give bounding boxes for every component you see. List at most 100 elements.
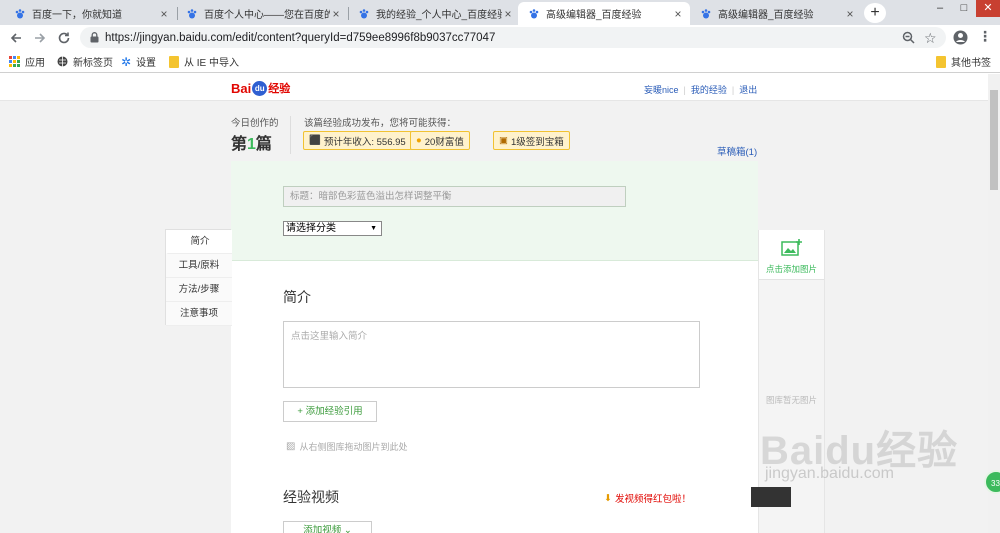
baidu-paw-icon [15,8,25,18]
bookmark-label: 新标签页 [73,58,113,69]
count-prefix: 第 [231,136,248,153]
add-picture-icon [781,239,802,256]
add-video-button[interactable]: 添加视频 ⌄ [283,521,372,533]
signin-badge: ▣ 1级签到宝箱 [493,131,570,150]
bookmark-newtab[interactable]: 新标签页 [57,53,113,70]
arrow-left-icon [10,33,21,43]
site-header [0,74,988,101]
user-name-link[interactable]: 妄暖nice [644,83,679,96]
count-number: 1 [247,136,256,153]
star-bookmark-icon[interactable]: ☆ [924,30,937,47]
gear-icon: ✲ [121,54,132,69]
image-icon: ▨ [286,441,296,452]
add-reference-button[interactable]: + 添加经验引用 [283,401,377,422]
zoom-icon[interactable] [902,31,915,47]
address-bar[interactable]: https://jingyan.baidu.com/edit/content?q… [80,27,946,48]
tab-personal-center[interactable]: 百度个人中心——您在百度的家 × [176,2,348,25]
add-image-button[interactable]: 点击添加图片 [759,230,824,280]
nav-item-intro[interactable]: 简介 [166,230,232,254]
forward-button[interactable] [28,25,52,50]
watermark-url: jingyan.baidu.com [765,465,894,482]
baidu-paw-icon [701,8,711,18]
video-thumbnail [751,487,791,507]
tab-strip: 百度一下，你就知道 × 百度个人中心——您在百度的家 × 我的经验_个人中心_百… [0,0,1000,25]
baidu-jingyan-logo[interactable]: Bai du 经验 [231,80,290,96]
arrow-right-icon [35,33,46,43]
intro-textarea[interactable]: 点击这里输入简介 [283,321,700,388]
bookmark-other[interactable]: 其他书签 [936,53,991,70]
folder-icon [936,55,946,68]
signin-text: 1级签到宝箱 [510,136,564,148]
divider [290,116,291,154]
wealth-badge: ● 20财富值 [410,131,470,150]
bookmark-apps[interactable]: 应用 [9,53,45,70]
intro-heading: 简介 [283,289,311,305]
new-tab-button[interactable]: + [864,3,886,23]
folder-icon [169,55,179,68]
category-value: 请选择分类 [286,223,336,234]
income-text: 预计年收入: 556.95 [323,136,406,148]
my-experience-link[interactable]: 我的经验 [691,83,727,96]
title-input[interactable]: 标题：暗部色彩蓝色溢出怎样调整平衡 [283,186,626,207]
bookmark-label: 其他书签 [951,58,991,69]
minimize-button[interactable]: – [928,0,952,17]
tab-editor-active[interactable]: 高级编辑器_百度经验 × [518,2,690,25]
baidu-paw-icon [529,8,539,18]
section-nav: 简介 工具/原料 方法/步骤 注意事项 [165,229,232,326]
logo-text-jingyan: 经验 [268,83,291,95]
logout-link[interactable]: 退出 [739,83,757,96]
maximize-button[interactable]: □ [952,0,976,17]
reload-icon [58,32,70,44]
logo-paw-du: du [252,80,268,96]
tab-title: 百度个人中心——您在百度的家 [204,10,330,21]
reward-hint: 该篇经验成功发布，您将可能获得： [304,118,457,129]
lock-icon [90,32,99,43]
bookmark-label: 从 IE 中导入 [184,58,240,69]
close-icon[interactable]: × [844,7,856,21]
tab-my-experience[interactable]: 我的经验_个人中心_百度经验 × [348,2,520,25]
bookmarks-bar: 应用 新标签页 ✲ 设置 从 IE 中导入 其他书签 [0,50,1000,73]
nav-item-tools[interactable]: 工具/原料 [166,254,232,278]
close-icon[interactable]: × [158,7,170,21]
nav-item-steps[interactable]: 方法/步骤 [166,278,232,302]
tab-baidu-home[interactable]: 百度一下，你就知道 × [4,2,176,25]
url-text: https://jingyan.baidu.com/edit/content?q… [105,31,496,44]
close-icon[interactable]: × [672,7,684,21]
logo-text-bai: Bai [231,80,252,96]
close-icon[interactable]: × [330,7,342,21]
divider: | [731,84,735,95]
scrollbar-thumb[interactable] [990,90,998,190]
red-envelope-icon: ⬇ [604,492,612,504]
bookmark-import-ie[interactable]: 从 IE 中导入 [169,53,239,70]
video-promo[interactable]: ⬇ 发视频得红包啦！ [604,491,691,506]
drafts-link[interactable]: 草稿箱(1) [717,144,757,158]
dropdown-arrow-icon: ▼ [370,225,377,232]
account-icon[interactable] [953,30,968,48]
back-button[interactable] [4,25,28,50]
close-window-button[interactable]: ✕ [976,0,1000,17]
bookmark-settings[interactable]: ✲ 设置 [121,53,156,70]
globe-icon [57,56,68,67]
nav-item-notes[interactable]: 注意事项 [166,302,232,326]
drag-hint: ▨ 从右侧图库拖动图片到此处 [286,440,407,453]
coin-icon: ● [416,135,422,146]
add-image-label: 点击添加图片 [765,264,817,274]
today-label: 今日创作的 [231,118,279,129]
menu-kebab-icon[interactable]: ⋮ [978,28,992,45]
count-suffix: 篇 [255,136,272,153]
category-select[interactable]: 请选择分类 ▼ [283,221,382,236]
income-badge: ⬛ 预计年收入: 556.95 [303,131,412,150]
tab-title: 我的经验_个人中心_百度经验 [376,10,502,21]
close-icon[interactable]: × [502,7,514,21]
treasure-box-icon: ▣ [499,135,508,146]
bookmark-label: 设置 [136,58,157,69]
article-count: 第1篇 [231,130,272,154]
reload-button[interactable] [52,25,76,50]
video-promo-text: 发视频得红包啦！ [614,494,691,505]
baidu-paw-icon [359,8,369,18]
gallery-empty-text: 图库暂无图片 [765,395,817,405]
tab-title: 高级编辑器_百度经验 [546,10,642,21]
tab-editor-2[interactable]: 高级编辑器_百度经验 × [690,2,862,25]
user-links: 妄暖nice | 我的经验 | 退出 [644,83,757,96]
tab-title: 高级编辑器_百度经验 [718,10,814,21]
